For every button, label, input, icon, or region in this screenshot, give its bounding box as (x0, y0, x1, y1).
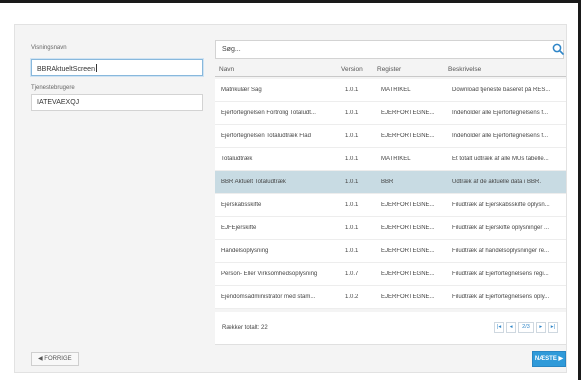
cell-navn: Totaludtræk (221, 156, 253, 162)
cell-register: EJERFORTEGNE... (381, 133, 435, 139)
next-button[interactable]: NÆSTE ▶ (532, 351, 566, 367)
cell-version: 1.0.1 (345, 156, 359, 162)
table-row[interactable]: Person- Eller Virksomhedsoplysning 1.0.7 E… (215, 263, 566, 286)
tjenestebrugere-input[interactable]: IATEVAEXQJ (31, 94, 203, 111)
cell-navn: BBR Aktuelt Totaludtræk (221, 179, 286, 185)
tjenestebrugere-label: Tjenestebrugere (31, 85, 75, 91)
text-caret (95, 64, 97, 72)
table-row[interactable]: Ejerfortegnelsen Totaludtræk Flad 1.0.1 EJ… (215, 125, 566, 148)
table-row[interactable]: Ejerskabsskifte 1.0.1 EJERFORTEGNE... Filud… (215, 194, 566, 217)
cell-version: 1.0.1 (345, 87, 359, 93)
last-page-button[interactable]: ▸| (547, 322, 558, 333)
cell-register: MATRIKEL (381, 156, 411, 162)
cell-beskrivelse: Download tjeneste baseret på RES... (452, 87, 551, 93)
cell-navn: EJFEjerskifte (221, 225, 257, 231)
cell-navn: Ejerfortegnelsen Totaludtræk Flad (221, 133, 311, 139)
column-header-beskrivelse[interactable]: Beskrivelse (448, 66, 481, 73)
cell-register: EJERFORTEGNE... (381, 110, 435, 116)
first-page-button[interactable]: |◂ (493, 322, 505, 333)
cell-register: EJERFORTEGNE... (381, 271, 435, 277)
cell-beskrivelse: Filudtræk af Ejerfortegnelsens oply... (452, 294, 550, 300)
column-header-version[interactable]: Version (341, 66, 363, 73)
tjenestebrugere-value: IATEVAEXQJ (37, 99, 80, 106)
cell-beskrivelse: Filudtræk af Ejerskifte oplysninger ... (452, 225, 550, 231)
table-row[interactable]: Ejerfortegnelsen Fortrolig Totaludt... 1.… (215, 102, 566, 125)
cell-beskrivelse: Filudtræk af Ejerfortegnelsens regi... (452, 271, 549, 277)
top-border (0, 0, 581, 3)
cell-version: 1.0.1 (345, 225, 359, 231)
next-page-button[interactable]: ▸ (535, 322, 546, 333)
cell-version: 1.0.1 (345, 133, 359, 139)
cell-beskrivelse: Filudtræk af handelsoplysninger re... (452, 248, 550, 254)
search-input[interactable]: Søg... (215, 40, 564, 59)
table-row[interactable]: Ejendomsadministrator med stam... 1.0.2 EJ… (215, 286, 566, 309)
cell-version: 1.0.1 (345, 248, 359, 254)
cell-register: EJERFORTEGNE... (381, 294, 435, 300)
prev-button[interactable]: ◀ FORRIGE (31, 352, 79, 366)
cell-navn: Ejendomsadministrator med stam... (221, 294, 316, 300)
prev-page-button[interactable]: ◂ (506, 322, 517, 333)
table-row[interactable]: Matrikulær Sag 1.0.1 MATRIKEL Download tjen… (215, 79, 566, 102)
cell-register: MATRIKEL (381, 87, 411, 93)
cell-version: 1.0.1 (345, 110, 359, 116)
cell-version: 1.0.2 (345, 294, 359, 300)
cell-beskrivelse: Indeholder alle Ejerfortegnelsens f... (452, 133, 549, 139)
column-header-navn[interactable]: Navn (219, 66, 234, 73)
cell-version: 1.0.1 (345, 202, 359, 208)
cell-register: EJERFORTEGNE... (381, 248, 435, 254)
cell-navn: Ejerfortegnelsen Fortrolig Totaludt... (221, 110, 316, 116)
cell-beskrivelse: Filudtræk af Ejerskabsskifte oplysn... (452, 202, 550, 208)
cell-register: EJERFORTEGNE... (381, 202, 435, 208)
table-header: Navn Version Register Beskrivelse (215, 63, 566, 77)
page-indicator: 2/3 (518, 322, 534, 333)
table-body: Matrikulær Sag 1.0.1 MATRIKEL Download tjen… (215, 79, 566, 309)
cell-beskrivelse: Udtræk af de aktuelle data i BBR. (452, 179, 542, 185)
column-header-register[interactable]: Register (377, 66, 401, 73)
cell-beskrivelse: Indeholder alle Ejerfortegnelsens f... (452, 110, 549, 116)
pagination: |◂ ◂ 2/3 ▸ ▸| (493, 322, 558, 333)
search-placeholder: Søg... (222, 46, 241, 53)
visningsnavn-value: BBRAktueltScreen (37, 66, 95, 73)
cell-version: 1.0.1 (345, 179, 359, 185)
cell-register: EJERFORTEGNE... (381, 225, 435, 231)
search-icon[interactable] (552, 43, 564, 55)
table-row[interactable]: Totaludtræk 1.0.1 MATRIKEL Et totalt udtræk… (215, 148, 566, 171)
cell-navn: Person- Eller Virksomhedsoplysning (221, 271, 318, 277)
cell-register: BBR (381, 179, 394, 185)
visningsnavn-input[interactable]: BBRAktueltScreen (31, 59, 203, 76)
table-footer: Rækker totalt: 22 |◂ ◂ 2/3 ▸ ▸| (215, 312, 566, 345)
table-row[interactable]: BBR Aktuelt Totaludtræk 1.0.1 BBR Udtræk af… (215, 171, 566, 194)
cell-version: 1.0.7 (345, 271, 359, 277)
cell-navn: Ejerskabsskifte (221, 202, 262, 208)
cell-navn: Handelsoplysning (221, 248, 269, 254)
table-row[interactable]: EJFEjerskifte 1.0.1 EJERFORTEGNE... Filudtr… (215, 217, 566, 240)
cell-beskrivelse: Et totalt udtræk af alle MUs tabelle... (452, 156, 549, 162)
cell-navn: Matrikulær Sag (221, 87, 262, 93)
visningsnavn-label: Visningsnavn (31, 45, 67, 51)
table-row[interactable]: Handelsoplysning 1.0.1 EJERFORTEGNE... Filu… (215, 240, 566, 263)
row-total-label: Rækker totalt: 22 (222, 325, 268, 331)
